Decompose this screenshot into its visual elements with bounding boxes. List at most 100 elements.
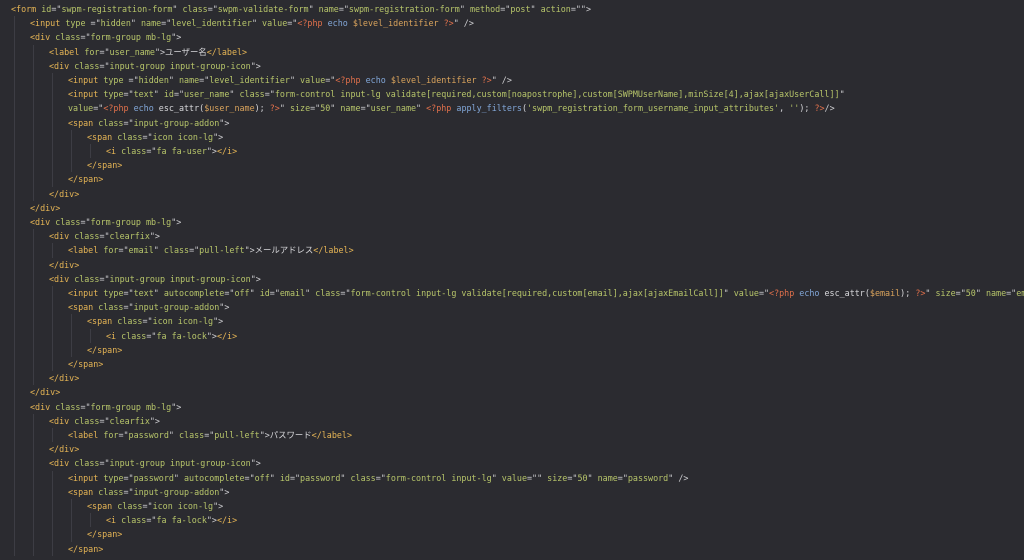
indent-guide: [71, 129, 72, 144]
code-line[interactable]: <span class="input-group-addon">: [0, 300, 1024, 315]
code-line[interactable]: <div class="clearfix">: [0, 413, 1024, 428]
code-token-punct: ": [279, 103, 290, 114]
code-token-punct: =": [617, 472, 628, 483]
code-line[interactable]: <div class="clearfix">: [0, 229, 1024, 244]
code-line[interactable]: <div class="form-group mb-lg">: [0, 30, 1024, 45]
code-token-attr: class: [55, 401, 81, 412]
code-token-str: input-group input-group-icon: [109, 458, 251, 469]
code-line[interactable]: <div class="form-group mb-lg">: [0, 215, 1024, 230]
code-token-php: ?>: [269, 103, 280, 114]
code-line[interactable]: <label for="password" class="pull-left">…: [0, 428, 1024, 443]
indent-guide: [14, 115, 15, 130]
indent-guide: [52, 115, 53, 130]
code-line[interactable]: <input type ="hidden" name="level_identi…: [0, 73, 1024, 88]
code-line[interactable]: <span class="input-group-addon">: [0, 484, 1024, 499]
code-line[interactable]: </span>: [0, 158, 1024, 173]
code-token-punct: =": [118, 430, 129, 440]
code-token-tag: </i>: [216, 330, 238, 341]
indent-guide: [14, 371, 15, 386]
code-token-attr: class: [239, 89, 265, 100]
code-token-tag: </span>: [87, 344, 123, 355]
code-line-content: </span>: [87, 158, 122, 172]
code-line-content: <label for="email" class="pull-left">メール…: [68, 243, 354, 257]
indent-guide: [14, 58, 15, 73]
indent-guide: [52, 470, 53, 485]
code-token-str: password: [627, 472, 669, 483]
indent-guide: [52, 484, 53, 499]
code-line-content: </span>: [87, 343, 122, 357]
indent-guide: [52, 342, 53, 357]
indent-guide: [14, 314, 15, 329]
code-line[interactable]: </div>: [0, 371, 1024, 386]
code-token-str: form-control input-lg validate[required,…: [350, 288, 724, 298]
code-line[interactable]: <span class="input-group-addon">: [0, 115, 1024, 130]
code-token-punct: =": [123, 117, 134, 128]
code-line[interactable]: <span class="icon icon-lg">: [0, 129, 1024, 144]
indent-guide: [33, 342, 34, 357]
indent-guide: [71, 499, 72, 514]
code-line[interactable]: <div class="input-group input-group-icon…: [0, 271, 1024, 286]
code-line-content: <div class="input-group input-group-icon…: [49, 456, 261, 470]
code-token-attr: class: [163, 245, 190, 256]
code-line[interactable]: value="<?php echo esc_attr($user_name); …: [0, 101, 1024, 116]
code-line[interactable]: <input type="text" autocomplete="off" id…: [0, 286, 1024, 301]
code-line[interactable]: <div class="form-group mb-lg">: [0, 399, 1024, 414]
code-token-attr: type: [103, 89, 124, 100]
code-token-punct: ">: [250, 458, 261, 469]
code-token-punct: =": [93, 103, 104, 114]
code-token-tag: </span>: [68, 359, 104, 369]
code-token-punct: ">: [213, 501, 224, 511]
code-line[interactable]: </div>: [0, 200, 1024, 215]
code-line[interactable]: </span>: [0, 342, 1024, 357]
code-line-content: <div class="form-group mb-lg">: [30, 30, 181, 44]
code-token-str: email: [279, 288, 306, 298]
code-line[interactable]: </span>: [0, 527, 1024, 542]
code-token-str: input-group input-group-icon: [109, 273, 251, 284]
code-token-kw: echo: [327, 18, 348, 29]
code-line[interactable]: <span class="icon icon-lg">: [0, 314, 1024, 329]
indent-guide: [14, 129, 15, 144]
code-line[interactable]: </div>: [0, 442, 1024, 457]
indent-guide: [14, 442, 15, 457]
code-line[interactable]: <input type ="hidden" name="level_identi…: [0, 16, 1024, 31]
code-line[interactable]: </span>: [0, 357, 1024, 372]
code-token-punct: =": [207, 4, 218, 14]
code-line[interactable]: <div class="input-group input-group-icon…: [0, 58, 1024, 73]
code-token-tag: </i>: [216, 515, 238, 526]
code-token-tag: <div: [49, 273, 70, 284]
code-line[interactable]: <form id="swpm-registration-form" class=…: [0, 2, 1024, 16]
indent-guide: [71, 342, 72, 357]
code-line[interactable]: </span>: [0, 541, 1024, 556]
code-token-punct: =": [955, 288, 966, 298]
code-line[interactable]: </div>: [0, 385, 1024, 400]
code-line[interactable]: </div>: [0, 186, 1024, 201]
code-line[interactable]: </div>: [0, 257, 1024, 272]
code-line[interactable]: <input type="text" id="user_name" class=…: [0, 87, 1024, 102]
code-line-content: <i class="fa fa-lock"></i>: [106, 513, 237, 527]
code-line-content: <div class="clearfix">: [49, 414, 160, 428]
code-line[interactable]: <span class="icon icon-lg">: [0, 499, 1024, 514]
code-token-str: email: [1016, 288, 1024, 298]
code-token-punct: =": [85, 18, 101, 29]
code-token-punct: ": [229, 89, 240, 100]
code-line[interactable]: <input type="password" autocomplete="off…: [0, 470, 1024, 485]
code-token-punct: ">: [219, 117, 230, 128]
indent-guide: [71, 328, 72, 343]
code-token-tag: <div: [30, 32, 51, 43]
code-line[interactable]: <label for="email" class="pull-left">メール…: [0, 243, 1024, 258]
code-token-tag: <input: [68, 75, 99, 85]
indent-guide: [14, 385, 15, 400]
code-line[interactable]: <label for="user_name">ユーザー名</label>: [0, 44, 1024, 59]
code-line[interactable]: <div class="input-group input-group-icon…: [0, 456, 1024, 471]
code-line[interactable]: </span>: [0, 172, 1024, 187]
indent-guide: [14, 499, 15, 514]
code-token-php: <?php: [335, 75, 361, 85]
code-token-punct: ">: [213, 131, 224, 142]
code-line[interactable]: <i class="fa fa-user"></i>: [0, 144, 1024, 159]
code-editor[interactable]: <form id="swpm-registration-form" class=…: [0, 0, 1024, 560]
indent-guide: [33, 172, 34, 187]
code-line[interactable]: <i class="fa fa-lock"></i>: [0, 513, 1024, 528]
code-line[interactable]: <i class="fa fa-lock"></i>: [0, 328, 1024, 343]
code-token-php: <?php: [103, 103, 129, 114]
code-token-punct: ": [249, 288, 260, 298]
